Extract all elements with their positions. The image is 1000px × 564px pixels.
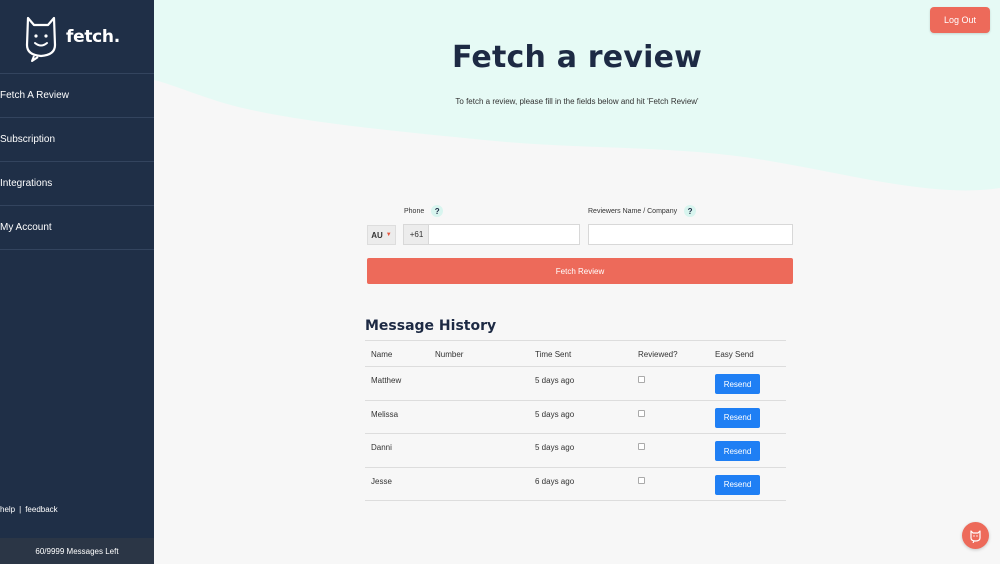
phone-label-group: Phone ? — [404, 205, 444, 217]
country-code: AU — [371, 230, 383, 240]
row-name: Melissa — [371, 409, 399, 419]
row-name: Danni — [371, 443, 392, 452]
sidebar-item-subscription[interactable]: Subscription — [0, 118, 154, 162]
table-row: Danni 5 days ago Resend — [365, 434, 786, 468]
sidebar-item-label: Fetch A Review — [0, 90, 69, 101]
sidebar-item-integrations[interactable]: Integrations — [0, 162, 154, 206]
logout-button[interactable]: Log Out — [930, 7, 990, 33]
resend-button[interactable]: Resend — [715, 407, 760, 428]
table-header: Name Number Time Sent Reviewed? Easy Sen… — [365, 340, 786, 367]
reviewed-checkbox[interactable] — [638, 443, 645, 450]
phone-input[interactable] — [428, 224, 580, 245]
page-title: Fetch a review — [451, 40, 703, 75]
caret-down-icon: ▼ — [385, 232, 392, 238]
reviewed-checkbox[interactable] — [638, 376, 645, 383]
brand[interactable]: fetch. — [0, 0, 154, 74]
column-header-easy-send: Easy Send — [715, 350, 754, 359]
phone-help-icon[interactable]: ? — [431, 205, 444, 217]
resend-button[interactable]: Resend — [715, 441, 760, 461]
footer-separator: | — [19, 505, 22, 514]
reviewed-checkbox[interactable] — [638, 476, 645, 484]
row-time-sent: 5 days ago — [535, 376, 575, 385]
row-time-sent: 5 days ago — [535, 443, 575, 452]
chat-button[interactable] — [962, 522, 989, 549]
sidebar-item-label: My Account — [0, 222, 52, 233]
column-header-number: Number — [435, 350, 464, 359]
dog-face-icon — [25, 16, 57, 62]
sidebar-item-my-account[interactable]: My Account — [0, 206, 154, 250]
messages-left-counter: 60/9999 Messages Left — [0, 538, 154, 564]
phone-label: Phone — [404, 207, 425, 215]
sidebar-item-fetch-a-review[interactable]: Fetch A Review — [0, 74, 154, 118]
column-header-time-sent: Time Sent — [535, 350, 572, 359]
row-time-sent: 5 days ago — [535, 409, 575, 419]
feedback-link[interactable]: feedback — [25, 505, 57, 514]
row-name: Jesse — [371, 476, 392, 486]
help-link[interactable]: help — [0, 505, 15, 514]
column-header-reviewed: Reviewed? — [638, 350, 678, 359]
row-time-sent: 6 days ago — [535, 476, 575, 486]
phone-prefix: +61 — [403, 224, 429, 245]
column-header-name: Name — [371, 350, 393, 359]
table-row: Matthew 5 days ago Resend — [365, 367, 786, 401]
reviewer-name-input[interactable] — [588, 224, 793, 245]
page-subtitle: To fetch a review, please fill in the fi… — [455, 97, 699, 106]
reviewer-name-label: Reviewers Name / Company — [588, 207, 678, 215]
reviewed-checkbox[interactable] — [638, 409, 645, 417]
table-row: Melissa 5 days ago Resend — [365, 401, 786, 434]
resend-button[interactable]: Resend — [715, 374, 760, 394]
chat-bubble-icon — [970, 529, 981, 543]
table-row: Jesse 6 days ago Resend — [365, 468, 786, 501]
message-history-title: Message History — [365, 318, 497, 334]
row-name: Matthew — [371, 376, 402, 385]
country-select[interactable]: AU ▼ — [367, 225, 396, 245]
brand-name: fetch. — [66, 26, 120, 47]
main-content: Log Out Fetch a review To fetch a review… — [154, 0, 1000, 564]
fetch-review-button[interactable]: Fetch Review — [367, 258, 793, 284]
resend-button[interactable]: Resend — [715, 474, 760, 495]
sidebar-item-label: Integrations — [0, 178, 53, 189]
name-label-group: Reviewers Name / Company ? — [588, 205, 697, 217]
name-help-icon[interactable]: ? — [684, 205, 697, 217]
sidebar-item-label: Subscription — [0, 134, 56, 145]
sidebar-footer-links: help | feedback — [0, 505, 58, 514]
message-history-table: Name Number Time Sent Reviewed? Easy Sen… — [365, 340, 786, 501]
sidebar: fetch. Fetch A Review Subscription Integ… — [0, 0, 154, 564]
